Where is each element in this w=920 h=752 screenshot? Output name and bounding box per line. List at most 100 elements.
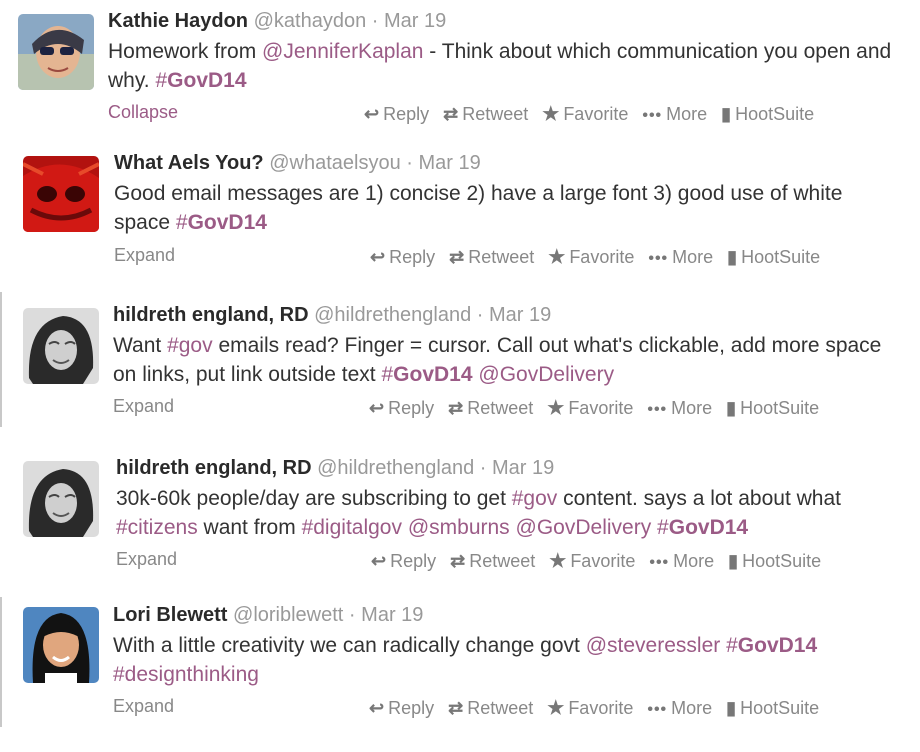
hootsuite-button[interactable]: ▮ HootSuite — [721, 104, 814, 125]
more-button[interactable]: ••• More — [642, 104, 707, 125]
expand-link[interactable]: Expand — [116, 549, 177, 570]
retweet-label: Retweet — [462, 104, 529, 124]
avatar[interactable] — [23, 308, 99, 384]
retweet-button[interactable]: ⇄ Retweet — [449, 247, 534, 268]
expand-link[interactable]: Expand — [113, 696, 174, 717]
display-name[interactable]: Kathie Haydon — [108, 10, 248, 32]
hootsuite-owl-icon: ▮ — [728, 551, 739, 571]
hootsuite-button[interactable]: ▮ HootSuite — [726, 398, 819, 419]
hashtag-link[interactable]: #digitalgov — [302, 516, 402, 539]
tweet-text-segment: want from — [197, 515, 302, 539]
expand-link[interactable]: Expand — [113, 396, 174, 417]
hashtag-link[interactable]: # — [176, 211, 188, 234]
tweet-text-segment: 30k-60k people/day are subscribing to ge… — [116, 487, 512, 510]
more-button[interactable]: ••• More — [649, 551, 714, 572]
reply-arrow-icon: ↩ — [364, 104, 380, 124]
tweet-text: 30k-60k people/day are subscribing to ge… — [116, 485, 906, 542]
mention-link[interactable]: @GovDelivery — [478, 363, 614, 386]
hashtag-link[interactable]: GovD14 — [167, 69, 246, 92]
star-icon: ★ — [549, 551, 567, 572]
more-button[interactable]: ••• More — [647, 698, 712, 719]
tweet-timestamp[interactable]: Mar 19 — [492, 457, 554, 479]
tweet-timestamp[interactable]: Mar 19 — [489, 304, 551, 326]
hashtag-link[interactable]: # — [657, 516, 669, 539]
favorite-button[interactable]: ★ Favorite — [547, 697, 633, 720]
tweet-actions: ↩ Reply ⇄ Retweet ★ Favorite ••• More ▮ HootSuite — [364, 103, 828, 126]
reply-button[interactable]: ↩ Reply — [369, 398, 434, 419]
star-icon: ★ — [547, 698, 565, 719]
favorite-button[interactable]: ★ Favorite — [547, 397, 633, 420]
more-label: More — [671, 398, 713, 418]
hootsuite-button[interactable]: ▮ HootSuite — [726, 698, 819, 719]
hashtag-link[interactable]: GovD14 — [393, 363, 472, 386]
mention-link[interactable]: @steveressler — [586, 634, 721, 657]
favorite-button[interactable]: ★ Favorite — [548, 246, 634, 269]
mention-link[interactable]: @GovDelivery — [516, 516, 652, 539]
retweet-button[interactable]: ⇄ Retweet — [448, 398, 533, 419]
tweet[interactable]: Lori Blewett @loriblewett · Mar 19 With a… — [0, 602, 920, 752]
more-dots-icon: ••• — [642, 107, 663, 124]
hashtag-link[interactable]: GovD14 — [188, 211, 267, 234]
user-handle[interactable]: @hildrethengland — [317, 457, 474, 479]
reply-button[interactable]: ↩ Reply — [369, 698, 434, 719]
tweet-header: Kathie Haydon @kathaydon · Mar 19 — [108, 10, 446, 33]
display-name[interactable]: hildreth england, RD — [116, 457, 312, 479]
avatar[interactable] — [18, 14, 94, 90]
reply-button[interactable]: ↩ Reply — [370, 247, 435, 268]
reply-button[interactable]: ↩ Reply — [364, 104, 429, 125]
separator-dot: · — [479, 457, 487, 479]
more-dots-icon: ••• — [647, 701, 668, 718]
hootsuite-button[interactable]: ▮ HootSuite — [727, 247, 820, 268]
tweet[interactable]: What Aels You? @whataelsyou · Mar 19 Good… — [0, 150, 920, 300]
hootsuite-button[interactable]: ▮ HootSuite — [728, 551, 821, 572]
more-dots-icon: ••• — [649, 554, 670, 571]
display-name[interactable]: What Aels You? — [114, 152, 264, 174]
retweet-button[interactable]: ⇄ Retweet — [448, 698, 533, 719]
reply-label: Reply — [389, 247, 436, 267]
hashtag-link[interactable]: #gov — [167, 334, 213, 357]
hashtag-link[interactable]: # — [155, 69, 167, 92]
retweet-button[interactable]: ⇄ Retweet — [450, 551, 535, 572]
tweet-timestamp[interactable]: Mar 19 — [361, 604, 423, 626]
hashtag-link[interactable]: #designthinking — [113, 663, 259, 686]
avatar[interactable] — [23, 607, 99, 683]
star-icon: ★ — [548, 247, 566, 268]
favorite-button[interactable]: ★ Favorite — [549, 550, 635, 573]
user-handle[interactable]: @kathaydon — [254, 10, 367, 32]
display-name[interactable]: hildreth england, RD — [113, 304, 309, 326]
favorite-label: Favorite — [569, 247, 635, 267]
reply-label: Reply — [383, 104, 430, 124]
avatar[interactable] — [23, 156, 99, 232]
user-handle[interactable]: @whataelsyou — [269, 152, 400, 174]
retweet-button[interactable]: ⇄ Retweet — [443, 104, 528, 125]
tweet-header: What Aels You? @whataelsyou · Mar 19 — [114, 152, 481, 175]
hashtag-link[interactable]: # — [726, 634, 738, 657]
hashtag-link[interactable]: #citizens — [116, 516, 198, 539]
mention-link[interactable]: @JenniferKaplan — [262, 40, 423, 63]
user-handle[interactable]: @hildrethengland — [314, 304, 471, 326]
tweet[interactable]: hildreth england, RD @hildrethengland · … — [0, 302, 920, 452]
collapse-link[interactable]: Collapse — [108, 102, 178, 123]
tweet[interactable]: hildreth england, RD @hildrethengland · … — [0, 455, 920, 605]
more-button[interactable]: ••• More — [647, 398, 712, 419]
avatar[interactable] — [23, 461, 99, 537]
reply-button[interactable]: ↩ Reply — [371, 551, 436, 572]
hashtag-link[interactable]: GovD14 — [669, 516, 748, 539]
tweet-timestamp[interactable]: Mar 19 — [418, 152, 480, 174]
tweet[interactable]: Kathie Haydon @kathaydon · Mar 19 Homewor… — [0, 0, 920, 150]
hashtag-link[interactable]: #gov — [512, 487, 558, 510]
more-label: More — [671, 698, 713, 718]
expand-link[interactable]: Expand — [114, 245, 175, 266]
retweet-icon: ⇄ — [450, 551, 466, 571]
user-handle[interactable]: @loriblewett — [233, 604, 343, 626]
mention-link[interactable]: @smburns — [408, 516, 510, 539]
hootsuite-owl-icon: ▮ — [726, 698, 737, 718]
separator-dot: · — [348, 604, 356, 626]
tweet-header: Lori Blewett @loriblewett · Mar 19 — [113, 604, 423, 627]
favorite-button[interactable]: ★ Favorite — [542, 103, 628, 126]
more-button[interactable]: ••• More — [648, 247, 713, 268]
hashtag-link[interactable]: GovD14 — [738, 634, 817, 657]
display-name[interactable]: Lori Blewett — [113, 604, 227, 626]
tweet-timestamp[interactable]: Mar 19 — [384, 10, 446, 32]
hashtag-link[interactable]: # — [381, 363, 393, 386]
